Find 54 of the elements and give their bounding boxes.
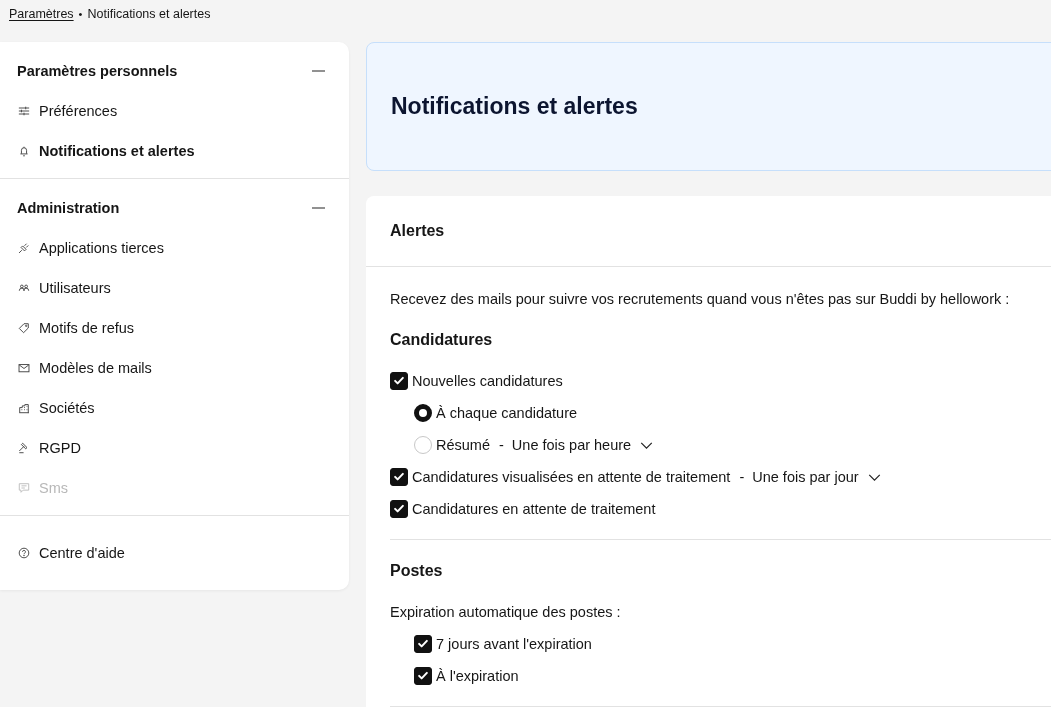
checkbox[interactable]	[390, 500, 408, 518]
dash-separator: -	[499, 437, 504, 453]
checkmark-icon	[394, 505, 404, 513]
users-icon	[18, 282, 30, 294]
envelope-icon	[18, 362, 30, 374]
intro-text: Recevez des mails pour suivre vos recrutements quand vous n'êtes pas sur Buddi by hellowork :	[390, 290, 1011, 309]
plug-icon	[18, 242, 30, 254]
tag-icon	[18, 322, 30, 334]
checkbox[interactable]	[414, 667, 432, 685]
bell-icon	[18, 145, 30, 157]
checkmark-icon	[418, 640, 428, 648]
section-heading: Postes	[390, 561, 444, 581]
sidebar-item[interactable]: Notifications et alertes	[17, 131, 332, 171]
sidebar-item[interactable]: Préférences	[17, 91, 332, 131]
option-label: À chaque candidature	[436, 405, 578, 421]
checkbox[interactable]	[414, 635, 432, 653]
option-label: À l'expiration	[436, 668, 519, 684]
sidebar-item[interactable]: Applications tierces	[17, 228, 332, 268]
option-label: 7 jours avant l'expiration	[436, 636, 592, 652]
help-link[interactable]: Centre d'aide	[17, 533, 332, 573]
breadcrumb-current: Notifications et alertes	[87, 6, 211, 22]
building-icon	[18, 402, 30, 414]
breadcrumb-separator: •	[78, 7, 83, 22]
section-heading: Administration	[17, 200, 120, 216]
frequency-dropdown[interactable]: Une fois par heure	[511, 437, 654, 453]
radio-button[interactable]	[414, 404, 432, 422]
frequency-dropdown[interactable]: Une fois par jour	[752, 469, 881, 485]
option-label: Candidatures en attente de traitement	[412, 501, 656, 517]
sidebar-item[interactable]: Motifs de refus	[17, 308, 332, 348]
dash-separator: -	[739, 469, 745, 485]
checkmark-icon	[394, 377, 404, 385]
option-label: Nouvelles candidatures	[412, 373, 563, 389]
sidebar-item[interactable]: RGPD	[17, 428, 332, 468]
checkmark-icon	[418, 672, 428, 680]
section-heading: Candidatures	[390, 330, 494, 350]
help-icon	[18, 547, 30, 559]
option-label: Résumé	[436, 437, 490, 453]
gavel-icon	[18, 442, 30, 454]
sliders-icon	[18, 105, 30, 117]
group-label: Expiration automatique des postes :	[390, 604, 621, 620]
option-label: Candidatures visualisées en attente de traitement	[412, 469, 731, 485]
breadcrumb-link[interactable]: Paramètres	[9, 6, 74, 22]
section-heading: Paramètres personnels	[17, 63, 178, 79]
checkbox[interactable]	[390, 372, 408, 390]
card-title: Alertes	[390, 222, 445, 240]
chevron-down-icon	[867, 473, 881, 481]
checkmark-icon	[394, 473, 404, 481]
chevron-down-icon	[640, 441, 654, 449]
checkbox[interactable]	[390, 468, 408, 486]
sidebar-item[interactable]: Sociétés	[17, 388, 332, 428]
page-title: Notifications et alertes	[391, 93, 638, 120]
message-icon	[18, 482, 30, 494]
sidebar-item[interactable]: Utilisateurs	[17, 268, 332, 308]
sidebar-item[interactable]: Modèles de mails	[17, 348, 332, 388]
